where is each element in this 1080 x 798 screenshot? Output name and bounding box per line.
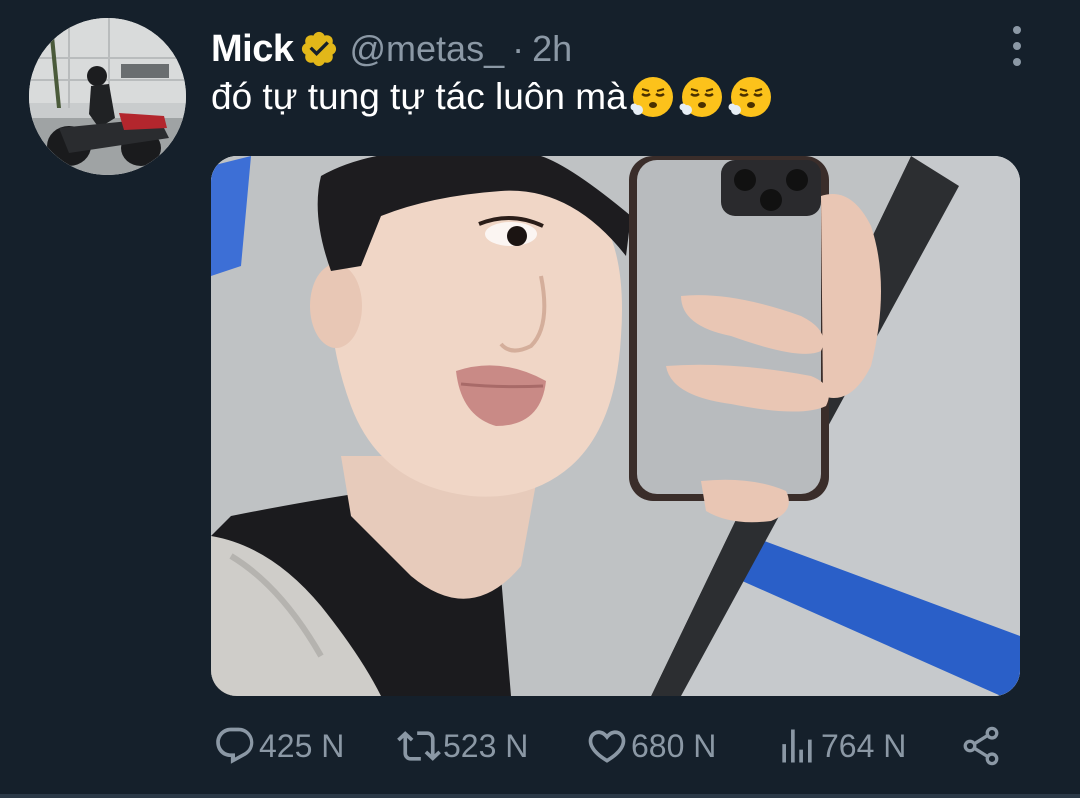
tweet-text-row: đó tự tung tự tác luôn mà [211,74,774,120]
reply-icon [216,727,254,764]
face-exhaling-emoji [728,74,774,120]
share-button[interactable] [959,724,1005,768]
more-vertical-icon[interactable] [1002,26,1032,66]
tweet: Mick @metas_ · 2h đó tự tung tự tác luôn… [0,0,1080,798]
like-button[interactable]: 680 N [585,724,716,768]
tweet-actions: 425 N 523 N 680 N 764 N [213,720,1013,772]
verified-badge-icon [299,29,339,69]
reply-count: 425 N [259,727,345,764]
separator-dot: · [512,28,525,69]
avatar[interactable] [29,18,186,175]
face-exhaling-emoji [630,74,676,120]
reply-button[interactable]: 425 N [213,724,344,768]
like-count: 680 N [631,727,717,764]
retweet-count: 523 N [443,727,529,764]
retweet-button[interactable]: 523 N [397,724,528,768]
tweet-header: Mick @metas_ · 2h [211,26,572,72]
share-icon [963,726,999,766]
retweet-icon [397,731,441,761]
divider [0,794,1080,798]
timestamp[interactable]: 2h [532,28,572,70]
views-button[interactable]: 764 N [775,724,906,768]
face-exhaling-emoji [679,74,725,120]
tweet-media-photo[interactable] [211,156,1020,696]
display-name[interactable]: Mick [211,28,294,71]
views-count: 764 N [821,727,907,764]
handle[interactable]: @metas_ [349,28,504,70]
heart-icon [588,730,626,763]
tweet-text: đó tự tung tự tác luôn mà [211,76,627,117]
views-icon [782,729,812,763]
